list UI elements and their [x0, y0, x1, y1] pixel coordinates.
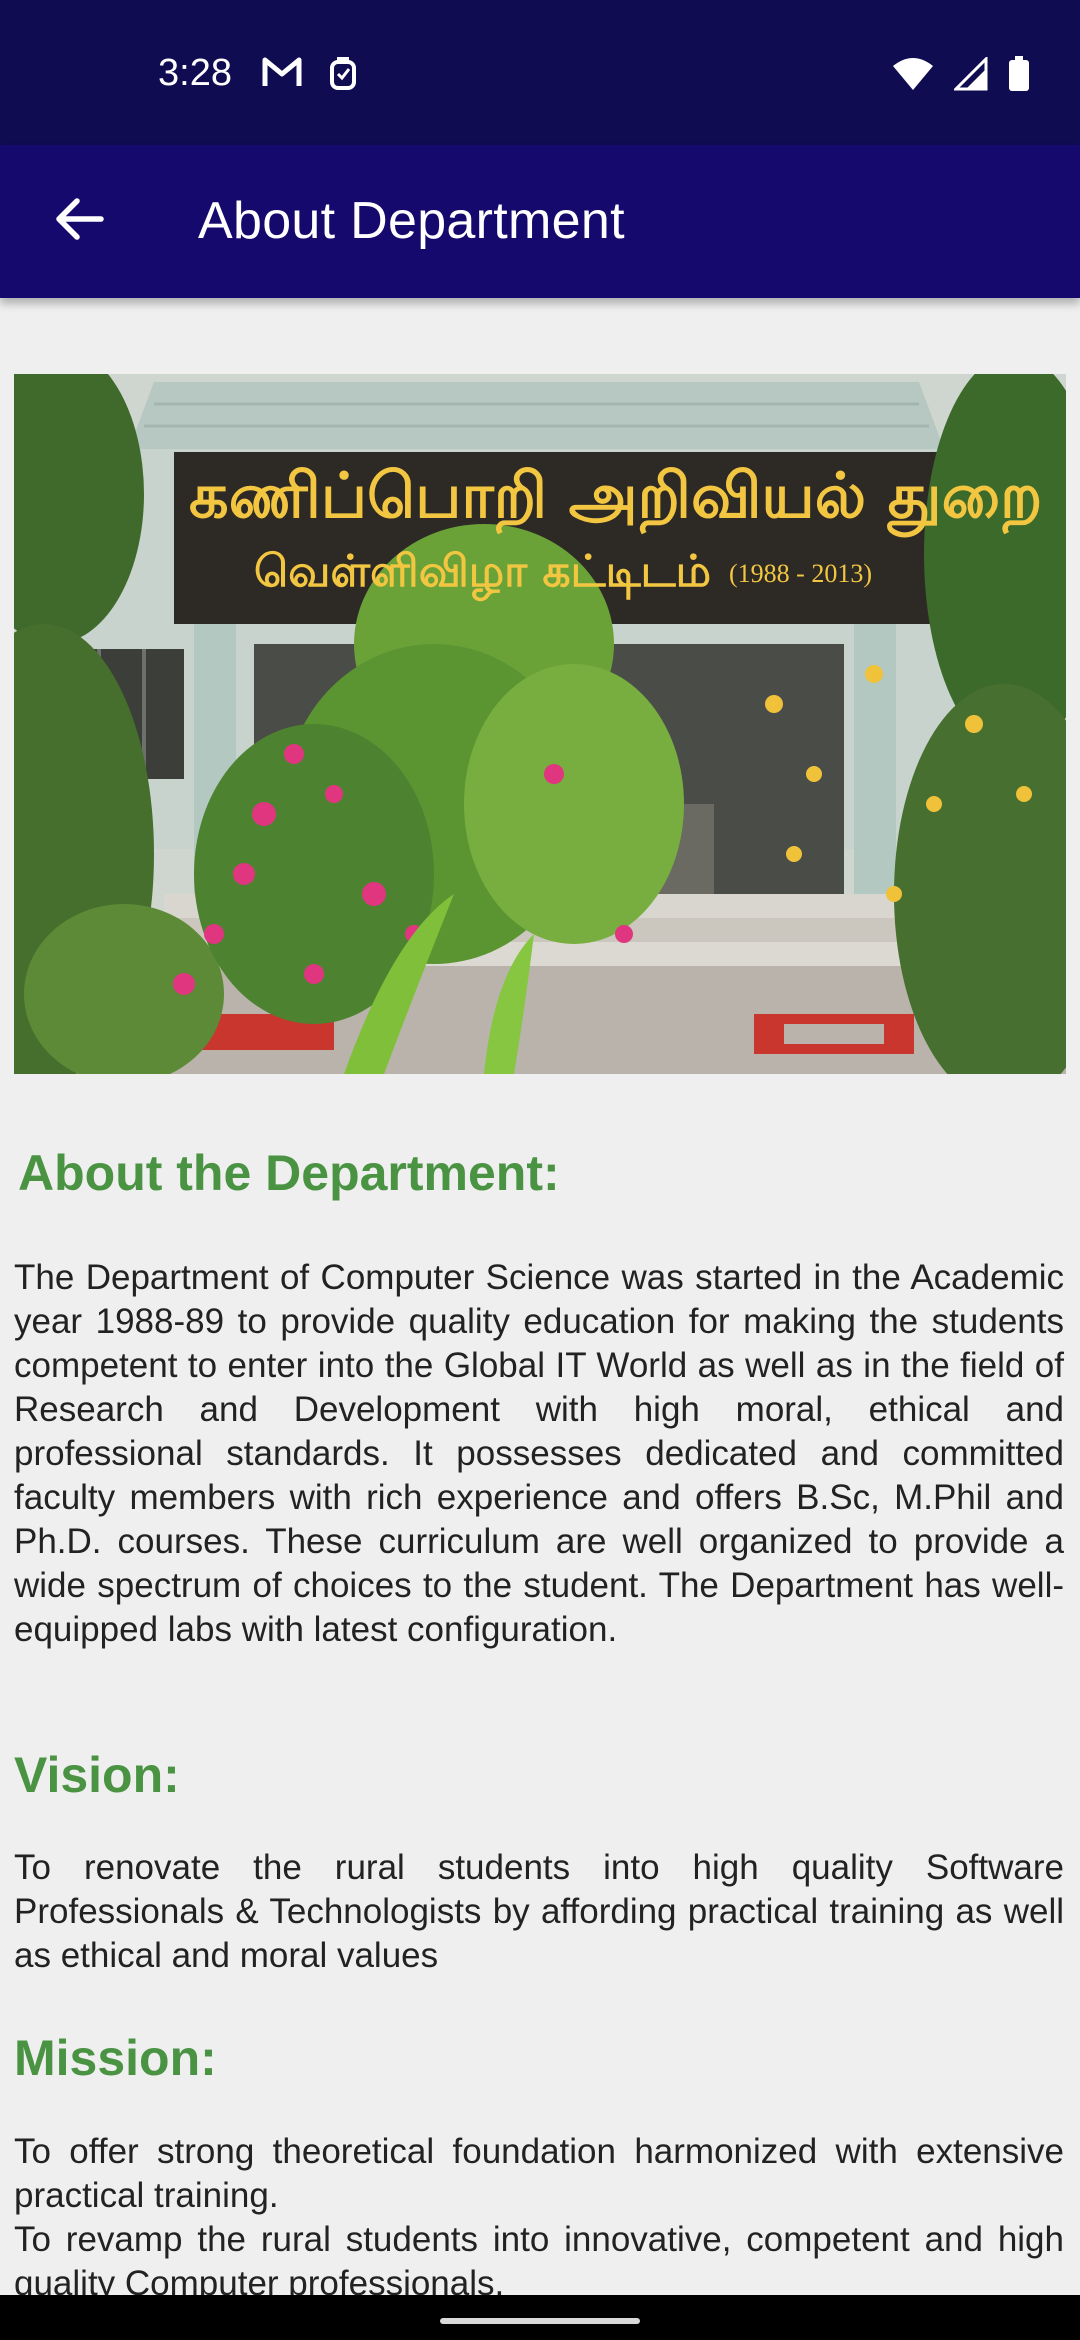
vision-paragraph: To renovate the rural students into high…	[14, 1848, 1064, 1975]
vision-heading: Vision:	[14, 1747, 180, 1803]
sign-text-line-2: வெள்ளிவிழா கட்டிடம்	[254, 546, 712, 597]
sign-text-line-1: கணிப்பொறி அறிவியல் துறை	[189, 459, 1043, 532]
about-heading: About the Department:	[18, 1145, 560, 1201]
page-title: About Department	[198, 192, 625, 250]
wifi-icon	[892, 57, 934, 91]
arrow-left-icon	[55, 197, 105, 246]
about-paragraph: The Department of Computer Science was s…	[14, 1258, 1064, 1649]
status-time: 3:28	[158, 52, 232, 94]
status-bar: 3:28	[0, 0, 1080, 145]
mission-paragraph: To offer strong theoretical foundation h…	[14, 2130, 1064, 2295]
back-button[interactable]	[40, 181, 120, 261]
mission-line-1: To offer strong theoretical foundation h…	[14, 2132, 1064, 2215]
content-scroll-area[interactable]: கணிப்பொறி அறிவியல் துறை வெள்ளிவிழா கட்டி…	[0, 298, 1080, 2295]
mission-heading: Mission:	[14, 2030, 217, 2086]
sign-years: (1988 - 2013)	[729, 559, 872, 588]
notification-icon	[328, 56, 358, 92]
mission-line-2: To revamp the rural students into innova…	[14, 2220, 1064, 2295]
gmail-icon	[262, 56, 302, 92]
home-gesture-handle[interactable]	[440, 2318, 640, 2324]
signal-icon	[954, 57, 988, 91]
app-bar: About Department	[0, 145, 1080, 298]
department-building-image: கணிப்பொறி அறிவியல் துறை வெள்ளிவிழா கட்டி…	[14, 374, 1066, 1074]
battery-icon	[1008, 56, 1030, 92]
